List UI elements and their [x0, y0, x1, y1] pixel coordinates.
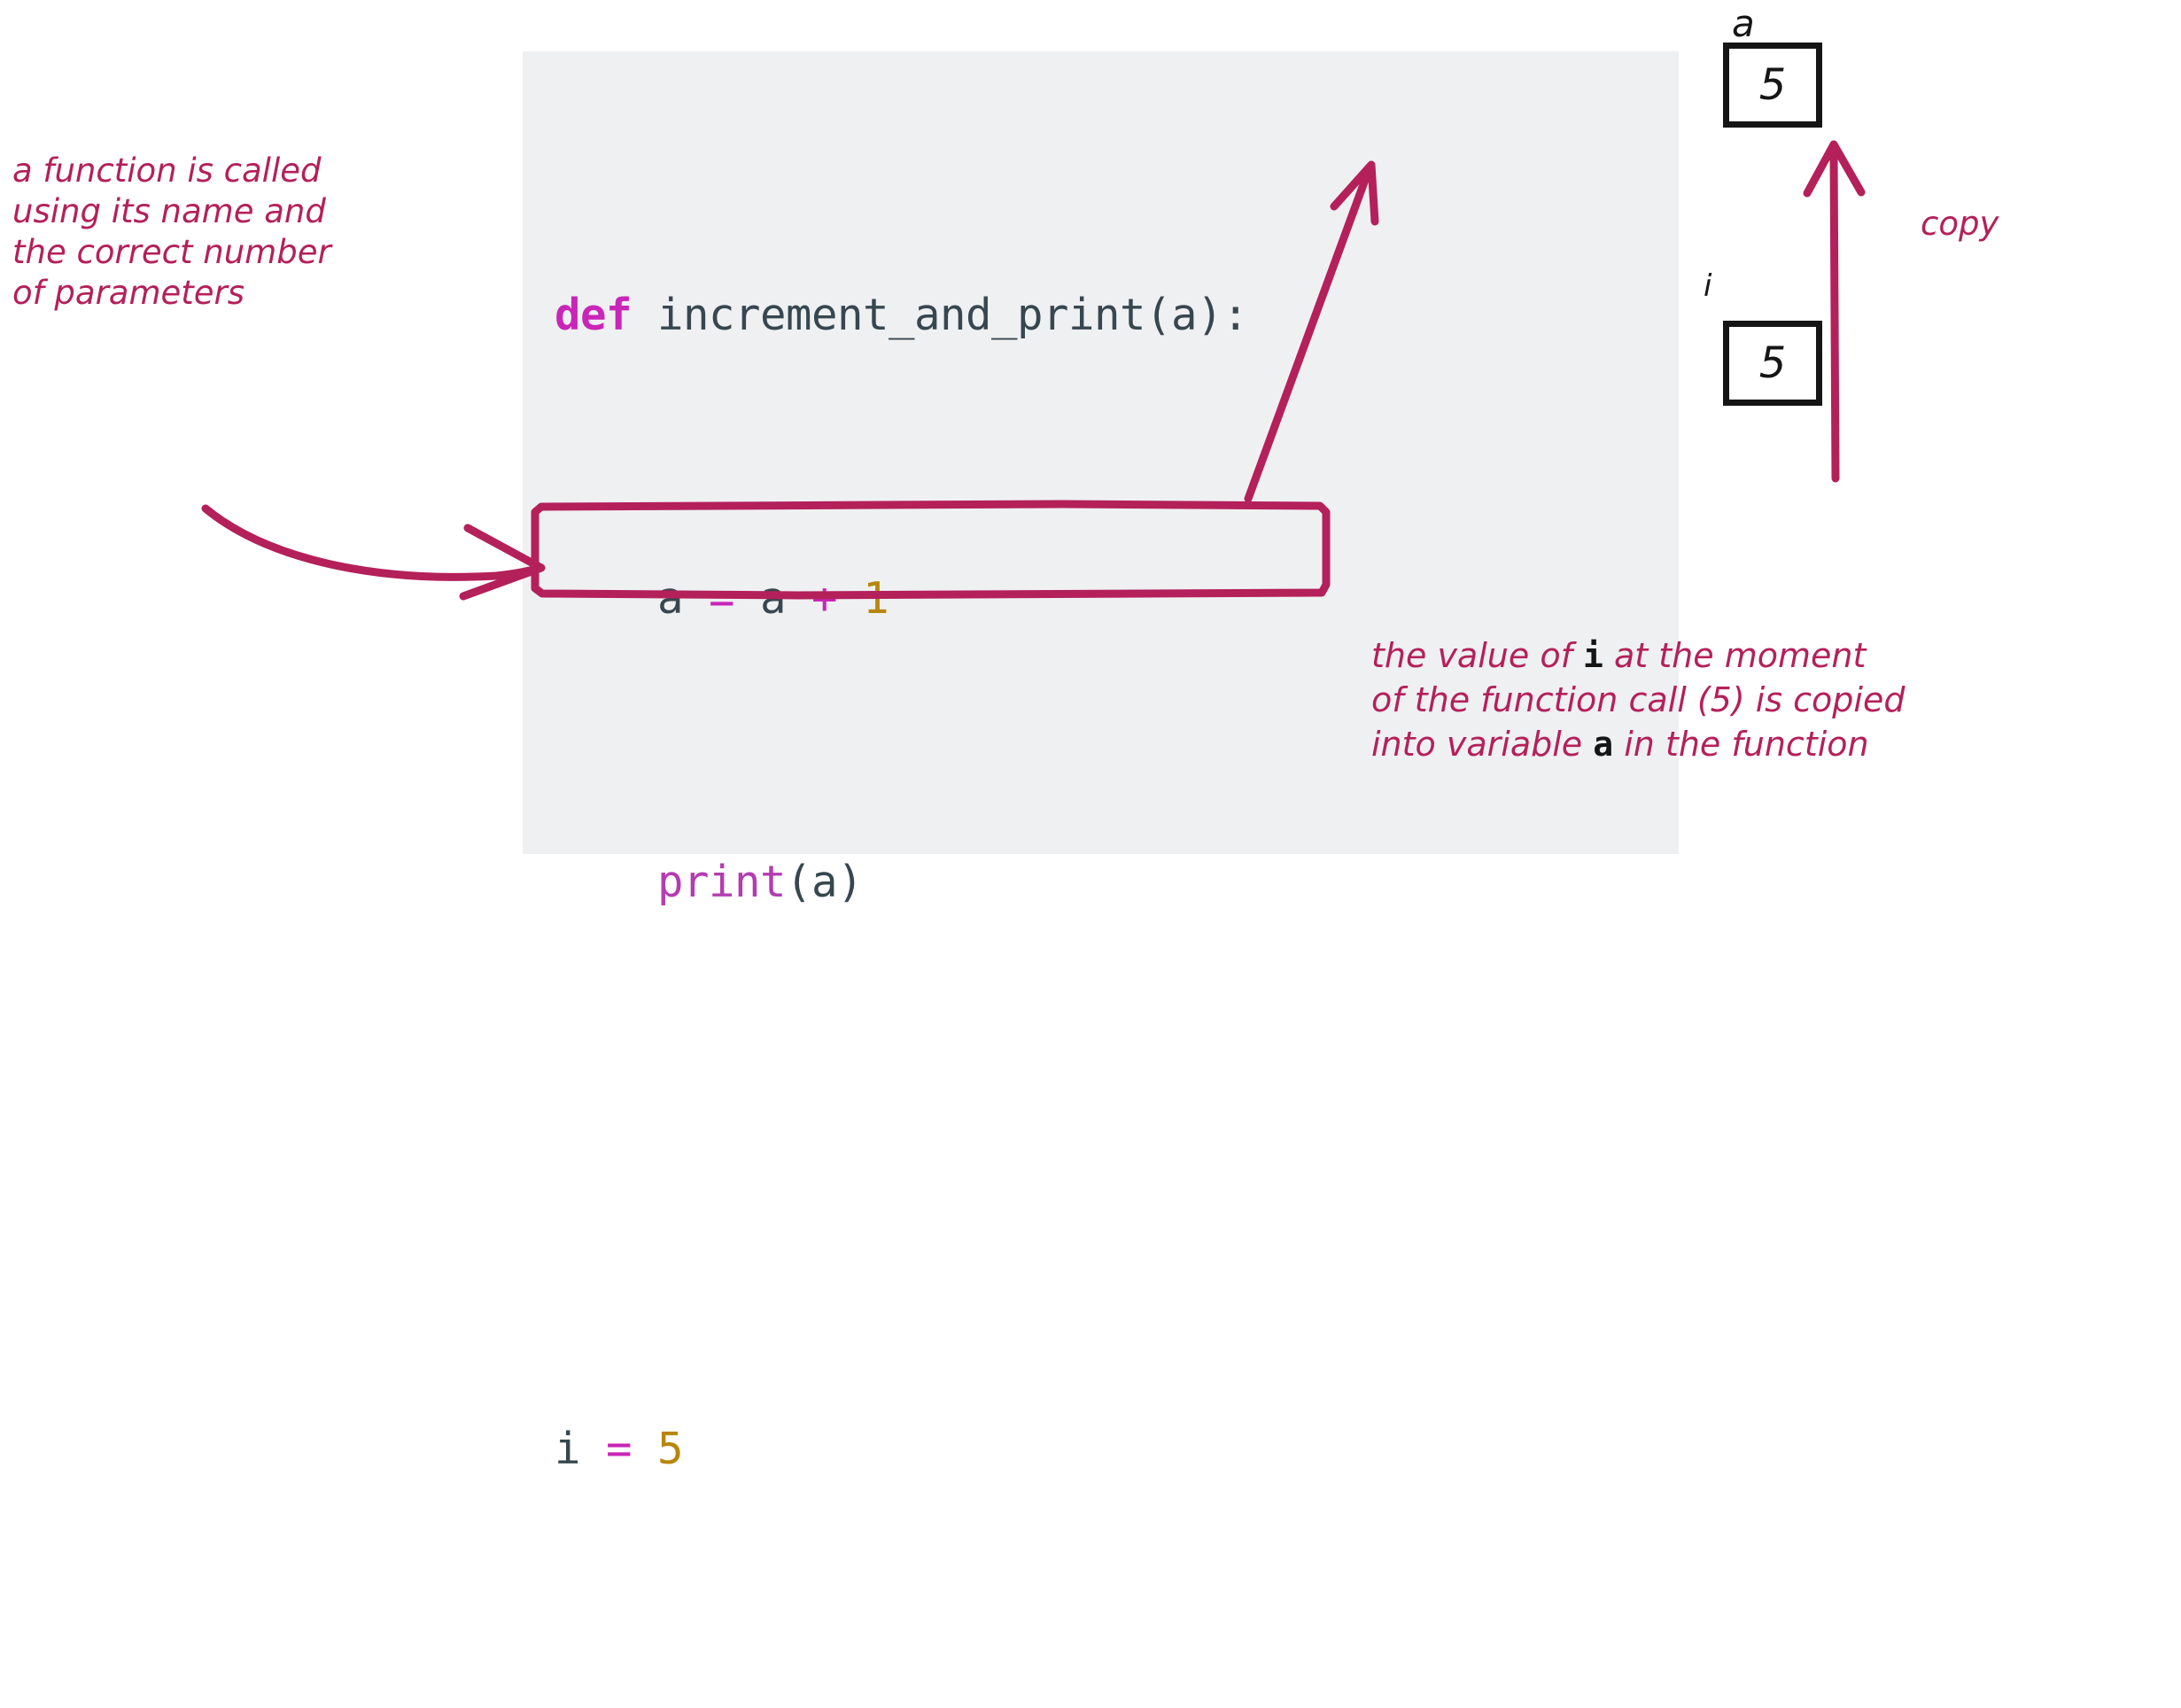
call-increment-and-print-i: increment_and_print(i) [555, 1707, 1121, 1708]
code-line-print: print(a) [555, 847, 1248, 918]
inline-code-a: a [1593, 725, 1614, 764]
var-a: a [555, 573, 710, 624]
code-line-def: def increment_and_print(a): [555, 280, 1249, 351]
left-note-line-3: the correct number [12, 233, 331, 271]
operator-equals: = [606, 1424, 633, 1474]
left-note-line-4: of parameters [12, 274, 245, 312]
bottom-note-line-1-pre: the value of [1371, 636, 1584, 675]
copy-label: copy [1921, 205, 1999, 243]
code-blank-line-1 [555, 1130, 1248, 1201]
copy-arrow [1803, 140, 1866, 483]
inline-code-i: i [1583, 636, 1603, 675]
builtin-print: print [657, 857, 787, 907]
code-line-assign-i: i = 5 [555, 1414, 1248, 1485]
variable-value-a: 5 [1723, 43, 1822, 128]
bottom-note-line-1: the value of i at the moment [1371, 633, 2181, 678]
bottom-note-line-2: of the function call (5) is copied [1371, 680, 1905, 719]
operator-plus: + [811, 573, 838, 624]
var-a-rhs: a [734, 573, 812, 624]
left-annotation-note: a function is called using its name and … [12, 151, 349, 314]
function-signature: increment_and_print(a): [657, 290, 1249, 340]
code-line-assign-a: a = a + 1 [555, 563, 1248, 634]
literal-five: 5 [657, 1424, 684, 1474]
code-line-call-i: increment_and_print(i) [555, 1697, 1248, 1708]
code-lines: def increment_and_print(a): a = a + 1 pr… [555, 67, 1249, 1708]
left-note-arrow [201, 504, 546, 601]
variable-value-i: 5 [1723, 321, 1822, 406]
variable-label-i: i [1704, 268, 1712, 304]
operator-equals: = [709, 573, 735, 624]
variable-label-a: a [1732, 2, 1755, 45]
keyword-def: def [555, 290, 633, 340]
bottom-note-line-1-post: at the moment [1603, 636, 1867, 675]
bottom-note-line-3-post: in the function [1613, 725, 1869, 764]
literal-one: 1 [863, 573, 889, 624]
left-note-line-2: using its name and [12, 192, 326, 230]
bottom-annotation-note: the value of i at the moment of the func… [1371, 633, 2181, 766]
bottom-note-line-3: into variable a in the function [1371, 722, 2181, 766]
print-args: (a) [786, 857, 864, 907]
bottom-note-line-3-pre: into variable [1371, 725, 1594, 764]
var-i: i [555, 1424, 607, 1474]
left-note-line-1: a function is called [12, 151, 322, 190]
